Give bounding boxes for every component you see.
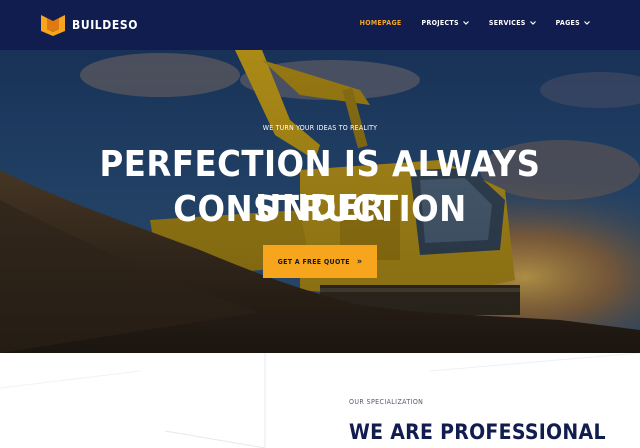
main-nav: HOMEPAGE PROJECTS SERVICES PAGES	[360, 19, 590, 27]
section-eyebrow: OUR SPECIALIZATION	[349, 398, 424, 406]
site-header: BUILDESO HOMEPAGE PROJECTS SERVICES PAGE…	[0, 0, 640, 50]
nav-projects[interactable]: PROJECTS	[422, 19, 469, 27]
nav-pages[interactable]: PAGES	[556, 19, 590, 27]
chevron-down-icon	[462, 21, 469, 25]
hero-eyebrow: WE TURN YOUR IDEAS TO REALITY	[262, 124, 378, 132]
hero-headline-line2: CONSTRUCTION	[173, 189, 467, 230]
logo-mark-icon	[41, 15, 65, 36]
get-free-quote-button[interactable]: GET A FREE QUOTE »	[263, 245, 377, 278]
hero-content: WE TURN YOUR IDEAS TO REALITY PERFECTION…	[0, 50, 640, 353]
nav-services[interactable]: SERVICES	[489, 19, 536, 27]
brand-logo[interactable]: BUILDESO	[40, 13, 138, 37]
double-chevron-right-icon: »	[356, 256, 363, 267]
chevron-down-icon	[584, 21, 590, 25]
brand-name: BUILDESO	[72, 18, 138, 32]
nav-services-label: SERVICES	[488, 19, 526, 27]
nav-pages-label: PAGES	[555, 19, 580, 27]
cta-label: GET A FREE QUOTE	[277, 257, 350, 266]
nav-homepage[interactable]: HOMEPAGE	[360, 19, 402, 27]
chevron-down-icon	[529, 21, 536, 25]
hero-banner: WE TURN YOUR IDEAS TO REALITY PERFECTION…	[0, 50, 640, 353]
nav-homepage-label: HOMEPAGE	[359, 19, 402, 27]
specialization-section: OUR SPECIALIZATION WE ARE PROFESSIONAL	[0, 353, 640, 448]
nav-projects-label: PROJECTS	[421, 19, 459, 27]
section-title: WE ARE PROFESSIONAL	[349, 420, 606, 444]
